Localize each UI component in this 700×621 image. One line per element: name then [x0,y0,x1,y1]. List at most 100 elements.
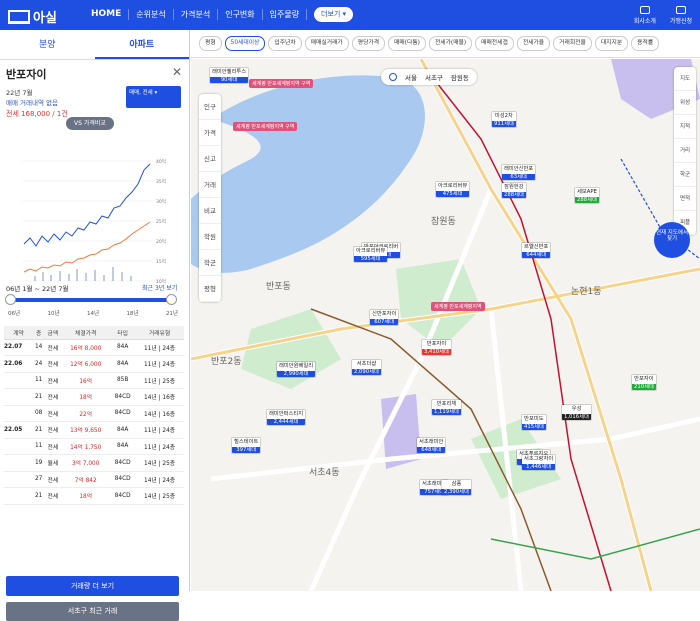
nav-home[interactable]: HOME [84,9,130,20]
deal-type-select[interactable]: 매매, 전세 ▾ [126,86,181,108]
apartment-marker[interactable]: 미성2차 911세대 [491,111,517,129]
table-cell: 전세 [44,421,62,439]
location-breadcrumb[interactable]: 서울 서초구 잠원동 [381,69,477,85]
latest-month: 22년 7월 [6,89,33,97]
apartment-marker[interactable]: 반포자이 210세대 [631,374,657,392]
table-cell: 3억 7,000 [61,454,111,472]
map-tool-button[interactable]: 면적 [674,187,696,211]
filter-chip[interactable]: 대지지분 [594,36,629,51]
table-row[interactable]: 22.07 14 전세 16억 8,000 84A 11년 | 24층 [4,339,184,356]
table-row[interactable]: 21 전세 18억 84CD 14년 | 16층 [4,388,184,406]
more-button[interactable]: 더보기 ▾ [314,7,354,22]
redevelopment-zone-label[interactable]: 세계평 반포세계평지역 구역 [249,79,314,88]
slider-end-handle[interactable] [166,294,177,305]
map-base [191,59,700,591]
legend-item[interactable]: 인구 [199,94,221,120]
franchise-link[interactable]: 가맹신청 [670,6,692,25]
apartment-marker[interactable]: 래미안신반포 63세대 [501,164,537,182]
filter-chip[interactable]: 용적률 [631,36,660,51]
apartment-marker[interactable]: 서초그랑자이 1,446세대 [521,454,557,472]
table-row[interactable]: 22.06 24 전세 12억 6,000 84A 11년 | 24층 [4,355,184,373]
map-tool-button[interactable]: 학군 [674,163,696,187]
logo[interactable]: 아실 [8,7,57,26]
map-tool-button[interactable]: 위성 [674,91,696,115]
apartment-marker[interactable]: 우성 1,016세대 [561,404,592,422]
nav-price-analysis[interactable]: 가격분석 [174,9,219,20]
tab-presale[interactable]: 분양 [0,30,95,59]
table-cell: 11년 | 24층 [135,355,184,373]
map-view[interactable]: 세계평 반포세계평지역 구역 세계평 반포세계평지역 구역 세계평 반포세계평지… [191,59,700,591]
apartment-marker[interactable]: 잠원한강 288세대 [501,182,527,200]
filter-chip[interactable]: 전세가율 [516,36,551,51]
map-tool-button[interactable]: 지적 [674,115,696,139]
filter-chip[interactable]: 평당가격 [351,36,386,51]
slider-start-handle[interactable] [5,294,16,305]
filter-chip[interactable]: 매매(다툼) [388,36,426,51]
more-deals-button[interactable]: 거래량 더 보기 [6,576,179,596]
apartment-marker[interactable]: 래미안첼리투스 90세대 [209,67,250,85]
apartment-marker[interactable]: 아크로리버뷰 475세대 [435,181,471,199]
marker-units: 1,016세대 [562,413,591,421]
table-row[interactable]: 19 월세 3억 7,000 84CD 14년 | 25층 [4,454,184,472]
table-row[interactable]: 22.05 21 전세 13억 9,650 84A 11년 | 24층 [4,421,184,439]
legend-item[interactable]: 평형 [199,276,221,302]
table-cell [4,438,33,455]
close-icon[interactable]: ✕ [172,65,182,79]
district-recent-deals-button[interactable]: 서초구 최근 거래 [6,602,179,621]
marker-name: 래미안신반포 [502,165,536,174]
apartment-marker[interactable]: 서초더샵 2,090세대 [351,359,382,377]
nav-population[interactable]: 인구변화 [218,9,263,20]
map-tool-button[interactable]: 거리 [674,139,696,163]
table-cell: 22.07 [4,339,33,356]
apartment-marker[interactable]: 래미안퍼스티지 2,444세대 [266,409,307,427]
apartment-marker[interactable]: 르엘신반포 644세대 [521,242,552,260]
filter-chip[interactable]: 매매전세갭 [475,36,514,51]
apartment-marker[interactable]: 힐스테이트 397세대 [231,437,262,455]
apartment-marker[interactable]: 서초래미안 648세대 [416,437,447,455]
marker-name: 서초더샵 [352,360,381,369]
map-tool-button[interactable]: 지도 [674,67,696,91]
apartment-marker[interactable]: 신반포자이 607세대 [369,309,400,327]
apartment-marker[interactable]: 반포미도 415세대 [521,414,547,432]
tab-apartment[interactable]: 아파트 [94,30,189,59]
y-tick-label: 15억 [156,258,166,265]
apartment-marker[interactable]: 세보APE 288세대 [574,187,600,205]
apartment-marker[interactable]: 래미안원베일리 2,990세대 [276,361,317,379]
filter-chip[interactable]: 50세대이상 [224,36,266,51]
redevelopment-zone-label[interactable]: 세계평 반포세계평지역 구역 [233,122,298,131]
table-row[interactable]: 27 전세 7억 842 84CD 14년 | 24층 [4,471,184,488]
legend-item[interactable]: 학원 [199,224,221,250]
recent-3y-link[interactable]: 최근 3년 보기 [142,283,177,292]
nav-supply[interactable]: 입주물량 [263,9,308,20]
apartment-marker[interactable]: 반포자이 3,410세대 [421,339,452,357]
legend-item[interactable]: 학군 [199,250,221,276]
company-link[interactable]: 회사소개 [634,6,656,25]
search-in-map-button[interactable]: 현재 지도에서 찾기 [654,222,690,258]
filter-chip[interactable]: 거래회전율 [553,36,592,51]
legend-item[interactable]: 가격 [199,120,221,146]
apartment-marker[interactable]: 반포리체 1,119세대 [431,399,462,417]
filter-chip[interactable]: 입주년차 [268,36,302,51]
table-row[interactable]: 08 전세 22억 84CD 14년 | 16층 [4,405,184,422]
marker-units: 1,446세대 [522,463,556,471]
table-row[interactable]: 11 전세 16억 85B 11년 | 25층 [4,372,184,389]
redevelopment-zone-label[interactable]: 세계평 반포세계평지역 [431,302,485,311]
deal-history-table: 계약 층 금액 체결가격 타입 거래유형 22.07 14 전세 16억 8,000 8… [4,326,184,505]
nav-ranking[interactable]: 순위분석 [129,9,174,20]
table-cell: 18억 [61,487,111,505]
marker-units: 415세대 [522,423,546,431]
marker-units: 911세대 [492,120,516,128]
date-range-slider[interactable] [5,294,177,305]
legend-item[interactable]: 신고 [199,146,221,172]
table-cell: 전세 [44,355,62,373]
table-row[interactable]: 11 전세 14억 1,750 84A 11년 | 24층 [4,438,184,455]
apartment-marker[interactable]: 삼풍 2,390세대 [441,479,472,497]
marker-name: 삼풍 [442,480,471,489]
legend-item[interactable]: 비교 [199,198,221,224]
filter-chip[interactable]: 매매실거래가 [304,36,349,51]
filter-chip[interactable]: 평형 [199,36,222,51]
apartment-marker[interactable]: 아크로리버뷰 595세대 [353,246,389,264]
filter-chip[interactable]: 전세가(매물) [428,36,473,51]
legend-item[interactable]: 거래 [199,172,221,198]
table-row[interactable]: 21 전세 18억 84CD 14년 | 25층 [4,487,184,505]
